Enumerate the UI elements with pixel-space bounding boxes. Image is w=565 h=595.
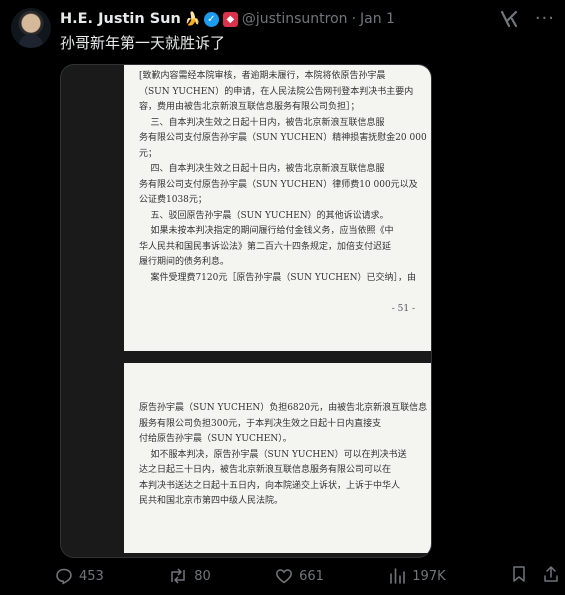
document-line: 达之日起三十日内，被告北京新浪互联信息服务有限公司可以在 bbox=[139, 465, 392, 475]
repost-button[interactable]: 80 bbox=[168, 567, 211, 585]
document-page-1: [致歉内容需经本院审核，者逾期未履行，本院将依原告孙宇晨 （SUN YUCHEN）… bbox=[124, 65, 431, 351]
bookmark-icon bbox=[513, 566, 525, 582]
author-handle[interactable]: @justinsuntron bbox=[242, 11, 348, 27]
document-line: 付给原告孙宇晨（SUN YUCHEN）。 bbox=[139, 434, 292, 444]
bookmark-button[interactable] bbox=[510, 565, 528, 587]
separator: · bbox=[351, 11, 357, 27]
tweet-header: H.E. Justin Sun 🍌 ✓ ◆ @justinsuntron · J… bbox=[60, 9, 395, 29]
document-page-2: 原告孙宇晨（SUN YUCHEN）负担6820元，由被告北京新浪互联信息 服务有限… bbox=[124, 363, 431, 553]
reply-icon bbox=[56, 568, 72, 585]
post-date[interactable]: Jan 1 bbox=[360, 11, 395, 27]
document-line: 元； bbox=[139, 148, 158, 159]
like-count: 661 bbox=[299, 568, 324, 584]
document-line: 本判决书送达之日起十五日内，向本院递交上诉状，上诉于中华人 bbox=[139, 480, 401, 491]
document-line: 如不服本判决，原告孙宇晨（SUN YUCHEN）可以在判决书送 bbox=[139, 449, 407, 460]
share-button[interactable] bbox=[542, 565, 560, 587]
document-line: 务有限公司支付原告孙宇晨（SUN YUCHEN）律师费10 000元以及 bbox=[139, 179, 418, 190]
document-line: 公证费1038元； bbox=[139, 195, 207, 205]
document-line: 案件受理费7120元［原告孙宇晨（SUN YUCHEN）已交纳］，由 bbox=[139, 272, 417, 283]
repost-count: 80 bbox=[194, 568, 211, 584]
author-name[interactable]: H.E. Justin Sun bbox=[60, 11, 181, 27]
reply-count: 453 bbox=[79, 568, 104, 584]
document-line: 容，费用由被告北京新浪互联信息服务有限公司负担］； bbox=[139, 102, 360, 112]
like-icon bbox=[276, 569, 293, 584]
views-button[interactable]: 197K bbox=[388, 567, 446, 585]
tweet-media[interactable]: [致歉内容需经本院审核，者逾期未履行，本院将依原告孙宇晨 （SUN YUCHEN）… bbox=[60, 64, 432, 558]
document-line: 华人民共和国民事诉讼法》第二百六十四条规定，加倍支付迟延 bbox=[139, 241, 392, 252]
document-line: 履行期间的债务利息。 bbox=[139, 257, 230, 267]
like-button[interactable]: 661 bbox=[275, 567, 324, 585]
views-icon bbox=[390, 568, 406, 584]
document-line: 原告孙宇晨（SUN YUCHEN）负担6820元，由被告北京新浪互联信息 bbox=[139, 403, 428, 413]
document-line: 如果未按本判决指定的期间履行给付金钱义务，应当依照《中 bbox=[139, 226, 394, 236]
tweet-text: 孙哥新年第一天就胜诉了 bbox=[60, 34, 226, 52]
verified-badge-icon[interactable]: ✓ bbox=[203, 11, 219, 27]
repost-icon bbox=[171, 568, 185, 584]
reply-button[interactable]: 453 bbox=[55, 567, 104, 585]
document-line: 务有限公司支付原告孙宇晨（SUN YUCHEN）精神损害抚慰金20 000 bbox=[139, 133, 427, 143]
document-line: 服务有限公司负担300元，于本判决生效之日起十日内直接支 bbox=[139, 418, 382, 429]
share-icon bbox=[544, 566, 558, 582]
document-line: 民共和国北京市第四中级人民法院。 bbox=[139, 496, 284, 506]
engagement-bar: 453 80 661 197K bbox=[55, 565, 560, 587]
top-actions: ··· bbox=[499, 10, 555, 28]
document-line: （SUN YUCHEN）的申请，在人民法院公告网刊登本判决书主要内 bbox=[139, 86, 414, 97]
grok-icon[interactable] bbox=[499, 10, 519, 28]
banana-emoji-icon: 🍌 bbox=[184, 11, 202, 27]
post-actions bbox=[510, 565, 560, 587]
document-line: 四、自本判决生效之日起十日内，被告北京新浪互联信息服 bbox=[139, 164, 385, 174]
red-badge-icon[interactable]: ◆ bbox=[222, 11, 238, 27]
more-icon[interactable]: ··· bbox=[535, 10, 555, 28]
document-line: [致歉内容需经本院审核，者逾期未履行，本院将依原告孙宇晨 bbox=[139, 71, 386, 81]
page-number: - 51 - bbox=[391, 304, 415, 314]
view-count: 197K bbox=[412, 568, 446, 584]
avatar[interactable] bbox=[11, 8, 51, 48]
document-line: 五、驳回原告孙宇晨（SUN YUCHEN）的其他诉讼请求。 bbox=[139, 210, 389, 221]
document-line: 三、自本判决生效之日起十日内，被告北京新浪互联信息服 bbox=[139, 117, 385, 128]
